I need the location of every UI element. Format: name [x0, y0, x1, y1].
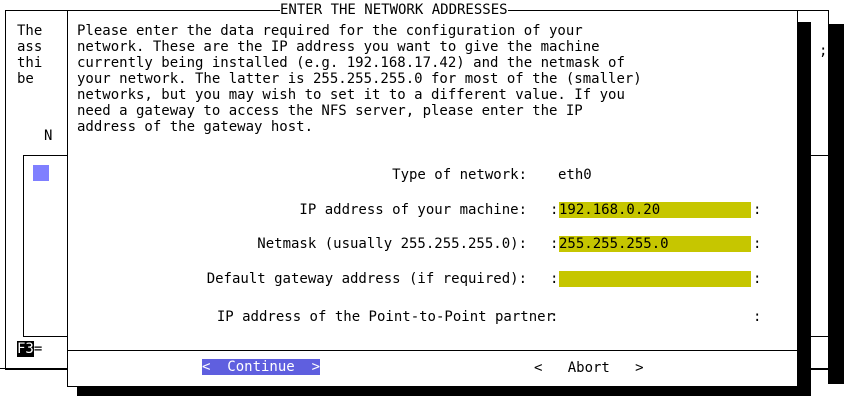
ptp-partner-colon-left: : [550, 309, 559, 325]
background-dialog-text-right: ; [819, 43, 828, 59]
netmask-colon-right: : [753, 236, 762, 252]
dialog-shadow-right [797, 22, 811, 394]
netmask-input[interactable]: 255.255.255.0 [559, 236, 751, 252]
ip-address-colon-left: : [550, 202, 559, 218]
background-dialog-label: N [44, 128, 53, 144]
f3-key: F3 [17, 341, 34, 357]
netmask-value: 255.255.255.0 [559, 236, 669, 252]
abort-button[interactable]: < Abort > [534, 360, 644, 376]
ip-address-colon-right: : [753, 202, 762, 218]
ip-address-input[interactable]: 192.168.0.20 [559, 202, 751, 218]
gateway-label: Default gateway address (if required): [206, 271, 527, 287]
dialog-description: Please enter the data required for the c… [77, 23, 642, 135]
ip-address-label: IP address of your machine: [299, 202, 527, 218]
background-dialog-shadow [828, 24, 844, 384]
f3-suffix: = [33, 341, 43, 357]
background-dialog-text: The ass thi be [17, 23, 43, 87]
button-bar-divider [68, 350, 797, 351]
dialog-shadow-bottom [77, 386, 811, 396]
ptp-partner-input[interactable] [559, 309, 751, 325]
network-type-label: Type of network: [392, 167, 527, 183]
background-list-selection[interactable] [33, 165, 49, 181]
ip-address-value: 192.168.0.20 [559, 202, 661, 218]
background-f3-hint: F3= [17, 341, 42, 357]
gateway-input[interactable] [559, 271, 751, 287]
network-type-value: eth0 [558, 167, 592, 183]
netmask-label: Netmask (usually 255.255.255.0): [257, 236, 527, 252]
dialog-title: ENTER THE NETWORK ADDRESSES [280, 2, 508, 18]
network-address-dialog: ENTER THE NETWORK ADDRESSES Please enter… [67, 2, 798, 387]
continue-button[interactable]: < Continue > [202, 359, 321, 375]
gateway-colon-left: : [550, 271, 559, 287]
gateway-colon-right: : [753, 271, 762, 287]
netmask-colon-left: : [550, 236, 559, 252]
ptp-partner-label: IP address of the Point-to-Point partner [216, 309, 554, 325]
ptp-partner-colon-right: : [753, 309, 762, 325]
